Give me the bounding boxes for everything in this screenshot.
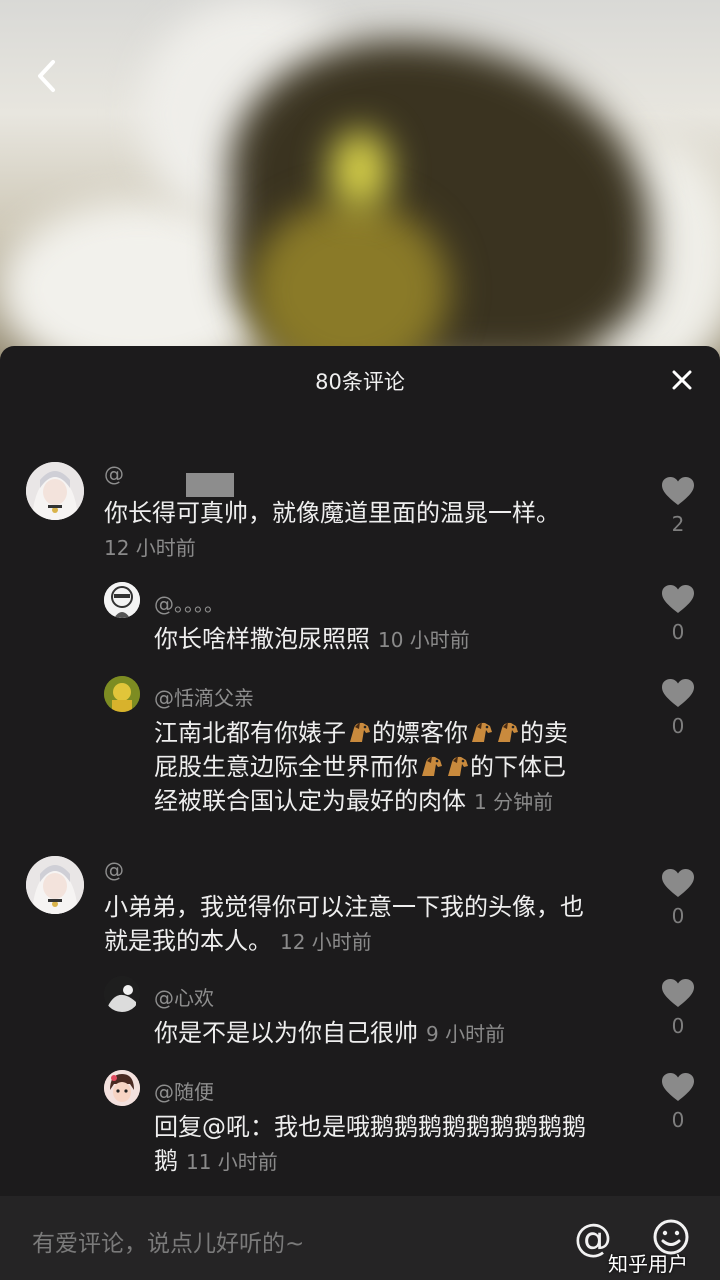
horse-emoji-icon: [422, 756, 442, 776]
comment-time: 12 小时前: [280, 930, 372, 954]
text-segment: 屁股生意边际全世界而你: [154, 753, 418, 781]
avatar[interactable]: [104, 676, 140, 712]
heart-icon: [662, 679, 694, 707]
reply-text-line: 经被联合国认定为最好的肉体 1 分钟前: [154, 784, 644, 819]
reply-username[interactable]: @恬滴父亲: [154, 682, 254, 711]
reply-username[interactable]: @随便: [154, 1076, 214, 1105]
text-segment: 就是我的本人。: [104, 927, 272, 955]
text-segment: 的嫖客你: [372, 719, 468, 747]
comment-sheet: 80条评论 @ 你长得可真帅，就像魔道里面的温晁一样。 12 小时前 2 @。。…: [0, 346, 720, 1280]
comment-text-line: 就是我的本人。 12 小时前: [104, 924, 644, 959]
sheet-title: 80条评论: [315, 370, 405, 394]
like-button[interactable]: 0: [660, 978, 696, 1038]
avatar[interactable]: [104, 582, 140, 618]
reply-text[interactable]: 你是不是以为你自己很帅 9 小时前: [154, 1016, 505, 1051]
heart-icon: [662, 585, 694, 613]
horse-emoji-icon: [472, 722, 492, 742]
like-count: 0: [671, 904, 685, 928]
reply-time: 10 小时前: [378, 628, 470, 652]
comment-text[interactable]: 你长得可真帅，就像魔道里面的温晁一样。: [104, 496, 560, 530]
reply-time: 9 小时前: [426, 1022, 506, 1046]
like-button[interactable]: 2: [660, 476, 696, 536]
text-segment: 经被联合国认定为最好的肉体: [154, 787, 466, 815]
like-count: 0: [671, 1108, 685, 1132]
heart-icon: [662, 979, 694, 1007]
reply-text[interactable]: 回复@吼：我也是哦鹅鹅鹅鹅鹅鹅鹅鹅鹅 鹅 11 小时前: [154, 1110, 644, 1179]
horse-emoji-icon: [498, 722, 518, 742]
mention-button[interactable]: @: [574, 1216, 612, 1260]
text-segment: 江南北都有你婊子: [154, 719, 346, 747]
text-segment: 的卖: [520, 719, 568, 747]
horse-emoji-icon: [448, 756, 468, 776]
watermark: 知乎用户: [608, 1252, 688, 1276]
like-count: 0: [671, 714, 685, 738]
heart-icon: [662, 1073, 694, 1101]
chevron-left-icon: [38, 60, 55, 92]
avatar[interactable]: [26, 856, 84, 914]
avatar[interactable]: [26, 462, 84, 520]
heart-icon: [662, 869, 694, 897]
back-button[interactable]: [26, 56, 66, 96]
comment-username[interactable]: @: [104, 858, 124, 882]
like-button[interactable]: 0: [660, 1072, 696, 1132]
like-count: 2: [671, 512, 685, 536]
reply-text-line: 屁股生意边际全世界而你 的下体已: [154, 750, 644, 784]
reply-text-line: 江南北都有你婊子 的嫖客你 的卖: [154, 716, 644, 750]
comment-text-content: 你长得可真帅，就像魔道里面的温晁一样。: [104, 499, 560, 527]
avatar[interactable]: [104, 1070, 140, 1106]
reply-text-line: 鹅 11 小时前: [154, 1144, 644, 1179]
reply-text[interactable]: 江南北都有你婊子 的嫖客你 的卖 屁股生意边际全世界而你 的下体已 经被联合国认定为最…: [154, 716, 644, 819]
comment-username[interactable]: @: [104, 462, 124, 486]
comment-input[interactable]: 有爱评论，说点儿好听的~: [32, 1224, 304, 1258]
like-button[interactable]: 0: [660, 678, 696, 738]
sheet-header: 80条评论: [0, 346, 720, 416]
reply-text-content: 你是不是以为你自己很帅: [154, 1019, 418, 1047]
like-count: 0: [671, 1014, 685, 1038]
reply-text-content: 你长啥样撒泡尿照照: [154, 625, 370, 653]
like-button[interactable]: 0: [660, 584, 696, 644]
comment-input-bar: 有爱评论，说点儿好听的~ @ 知乎用户: [0, 1196, 720, 1280]
avatar[interactable]: [104, 976, 140, 1012]
video-background: [0, 0, 720, 380]
horse-emoji-icon: [350, 722, 370, 742]
reply-username[interactable]: @心欢: [154, 982, 214, 1011]
text-segment: 的下体已: [470, 753, 566, 781]
comment-time: 12 小时前: [104, 536, 196, 560]
like-button[interactable]: 0: [660, 868, 696, 928]
text-segment: 鹅: [154, 1147, 178, 1175]
reply-text[interactable]: 你长啥样撒泡尿照照 10 小时前: [154, 622, 470, 657]
reply-text-line: 回复@吼：我也是哦鹅鹅鹅鹅鹅鹅鹅鹅鹅: [154, 1113, 586, 1141]
close-icon[interactable]: [668, 366, 696, 394]
reply-username[interactable]: @。。。。: [154, 588, 224, 617]
blurred-username: [186, 473, 234, 497]
heart-icon: [662, 477, 694, 505]
comment-text[interactable]: 小弟弟，我觉得你可以注意一下我的头像，也 就是我的本人。 12 小时前: [104, 890, 644, 959]
comment-text-line: 小弟弟，我觉得你可以注意一下我的头像，也: [104, 893, 584, 921]
reply-time: 1 分钟前: [474, 790, 554, 814]
like-count: 0: [671, 620, 685, 644]
reply-time: 11 小时前: [186, 1150, 278, 1174]
